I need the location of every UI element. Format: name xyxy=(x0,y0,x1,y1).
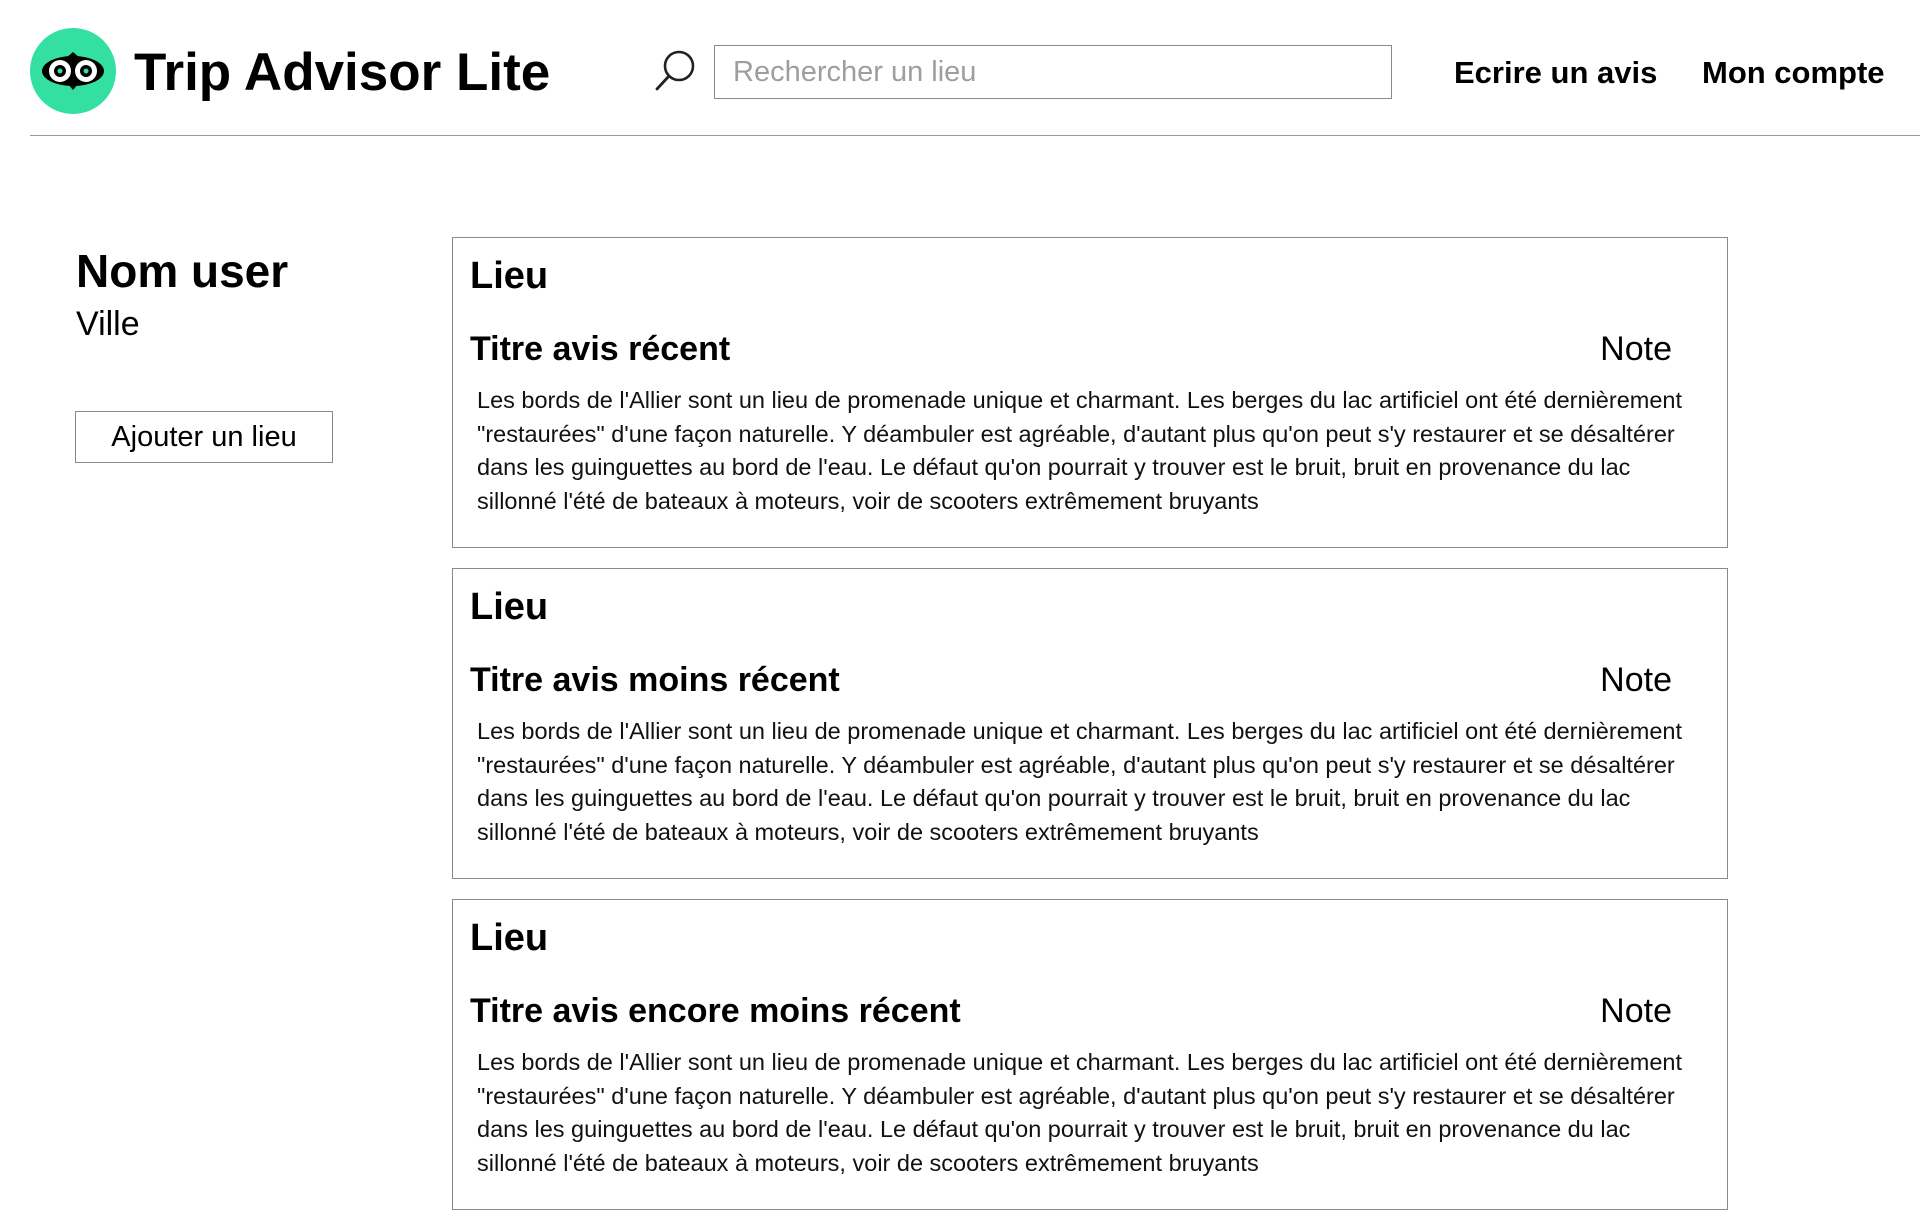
review-card[interactable]: Lieu Titre avis encore moins récent Note… xyxy=(452,899,1728,1210)
review-note: Note xyxy=(1600,330,1672,368)
user-city: Ville xyxy=(76,305,140,343)
review-place[interactable]: Lieu xyxy=(470,252,548,300)
add-place-button[interactable]: Ajouter un lieu xyxy=(75,411,333,463)
app-title[interactable]: Trip Advisor Lite xyxy=(134,40,550,106)
review-place[interactable]: Lieu xyxy=(470,914,548,962)
profile-page: Trip Advisor Lite Ecrire un avis Mon com… xyxy=(0,0,1920,1222)
review-note: Note xyxy=(1600,992,1672,1030)
review-title[interactable]: Titre avis récent xyxy=(470,327,730,371)
review-title[interactable]: Titre avis moins récent xyxy=(470,658,840,702)
search-input[interactable] xyxy=(714,45,1392,99)
review-note: Note xyxy=(1600,661,1672,699)
header-divider xyxy=(30,135,1920,136)
write-review-link[interactable]: Ecrire un avis xyxy=(1454,52,1657,94)
review-card[interactable]: Lieu Titre avis récent Note Les bords de… xyxy=(452,237,1728,548)
review-card[interactable]: Lieu Titre avis moins récent Note Les bo… xyxy=(452,568,1728,879)
user-name: Nom user xyxy=(76,245,289,297)
review-body: Les bords de l'Allier sont un lieu de pr… xyxy=(477,1049,1683,1176)
top-header: Trip Advisor Lite Ecrire un avis Mon com… xyxy=(0,0,1920,140)
my-account-link[interactable]: Mon compte xyxy=(1702,52,1885,94)
review-place[interactable]: Lieu xyxy=(470,583,548,631)
review-body: Les bords de l'Allier sont un lieu de pr… xyxy=(477,387,1683,514)
owl-icon[interactable] xyxy=(30,28,116,114)
search-icon[interactable] xyxy=(652,46,700,94)
review-body: Les bords de l'Allier sont un lieu de pr… xyxy=(477,718,1683,845)
review-title[interactable]: Titre avis encore moins récent xyxy=(470,989,961,1033)
